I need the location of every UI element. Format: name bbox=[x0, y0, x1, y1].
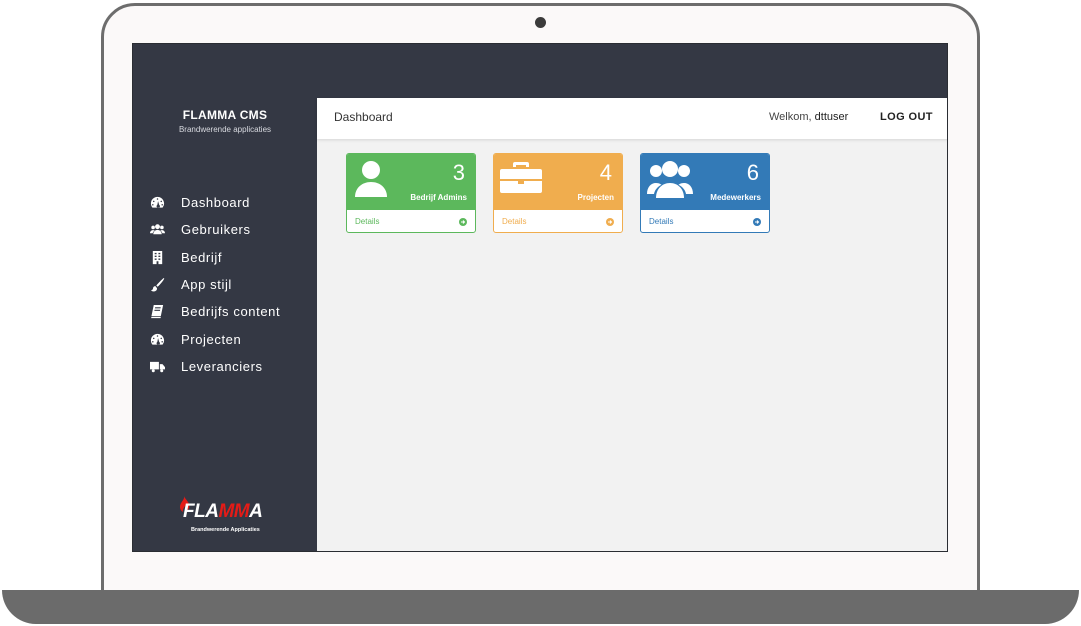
logout-button[interactable]: LOG OUT bbox=[880, 111, 933, 123]
logo-wordmark: FLAMMA bbox=[183, 501, 263, 522]
card-label: Bedrijf Admins bbox=[410, 193, 467, 202]
welcome-message: Welkom, dttuser bbox=[769, 111, 849, 123]
dashboard-icon bbox=[149, 195, 165, 211]
brand-subtitle: Brandwerende applicaties bbox=[178, 125, 272, 134]
card-header: 3 Bedrijf Admins bbox=[347, 154, 475, 210]
card-footer[interactable]: Details bbox=[494, 210, 622, 232]
sidebar-item-label: App stijl bbox=[181, 277, 232, 293]
laptop-base bbox=[2, 590, 1079, 624]
username: dttuser bbox=[814, 111, 849, 123]
card-label: Medewerkers bbox=[710, 193, 761, 202]
truck-icon bbox=[149, 358, 165, 374]
sidebar-item-label: Leveranciers bbox=[181, 358, 263, 374]
details-link[interactable]: Details bbox=[502, 217, 526, 226]
sidebar-item-dashboard[interactable]: Dashboard bbox=[133, 189, 317, 216]
users-icon bbox=[149, 222, 165, 238]
card-medewerkers[interactable]: 6 Medewerkers Details bbox=[640, 153, 770, 233]
users-icon bbox=[647, 158, 693, 200]
sidebar-item-label: Dashboard bbox=[181, 195, 250, 211]
sidebar-item-gebruikers[interactable]: Gebruikers bbox=[133, 216, 317, 243]
webcam bbox=[535, 17, 546, 28]
details-link[interactable]: Details bbox=[355, 217, 379, 226]
building-icon bbox=[149, 249, 165, 265]
arrow-right-circle-icon bbox=[459, 217, 467, 226]
sidebar-nav: Dashboard Gebruikers Bedrijf App stijl B… bbox=[133, 189, 317, 380]
header-bar: Dashboard Welkom, dttuser LOG OUT bbox=[317, 98, 947, 139]
briefcase-icon bbox=[500, 160, 542, 194]
card-header: 4 Projecten bbox=[494, 154, 622, 210]
sidebar-item-label: Bedrijfs content bbox=[181, 304, 281, 320]
sidebar-item-app-stijl[interactable]: App stijl bbox=[133, 271, 317, 298]
arrow-right-circle-icon bbox=[606, 217, 614, 226]
card-count: 3 bbox=[452, 160, 465, 185]
sidebar-item-projecten[interactable]: Projecten bbox=[133, 325, 317, 352]
sidebar-item-bedrijfs-content[interactable]: Bedrijfs content bbox=[133, 298, 317, 325]
page-title: Dashboard bbox=[334, 110, 393, 124]
sidebar-item-label: Projecten bbox=[181, 331, 242, 347]
user-icon bbox=[353, 159, 389, 199]
screen: FLAMMA CMS Brandwerende applicaties Dash… bbox=[132, 43, 948, 552]
card-count: 4 bbox=[599, 160, 612, 185]
arrow-right-circle-icon bbox=[753, 217, 761, 226]
sidebar: FLAMMA CMS Brandwerende applicaties Dash… bbox=[133, 98, 317, 551]
card-bedrijf-admins[interactable]: 3 Bedrijf Admins Details bbox=[346, 153, 476, 233]
book-icon bbox=[149, 304, 165, 320]
card-count: 6 bbox=[746, 160, 759, 185]
sidebar-item-leveranciers[interactable]: Leveranciers bbox=[133, 353, 317, 380]
screen-topbar bbox=[133, 44, 947, 98]
card-projecten[interactable]: 4 Projecten Details bbox=[493, 153, 623, 233]
card-label: Projecten bbox=[577, 193, 614, 202]
brand-title: FLAMMA CMS bbox=[182, 108, 268, 122]
dashboard-icon bbox=[149, 331, 165, 347]
brush-icon bbox=[149, 277, 165, 293]
sidebar-item-label: Gebruikers bbox=[181, 222, 251, 238]
card-footer[interactable]: Details bbox=[641, 210, 769, 232]
sidebar-item-bedrijf[interactable]: Bedrijf bbox=[133, 244, 317, 271]
card-footer[interactable]: Details bbox=[347, 210, 475, 232]
card-header: 6 Medewerkers bbox=[641, 154, 769, 210]
details-link[interactable]: Details bbox=[649, 217, 673, 226]
sidebar-item-label: Bedrijf bbox=[181, 249, 223, 265]
logo-tagline: Brandwerende Applicaties bbox=[191, 527, 260, 533]
flamma-logo: FLAMMA Brandwerende Applicaties bbox=[173, 493, 283, 543]
